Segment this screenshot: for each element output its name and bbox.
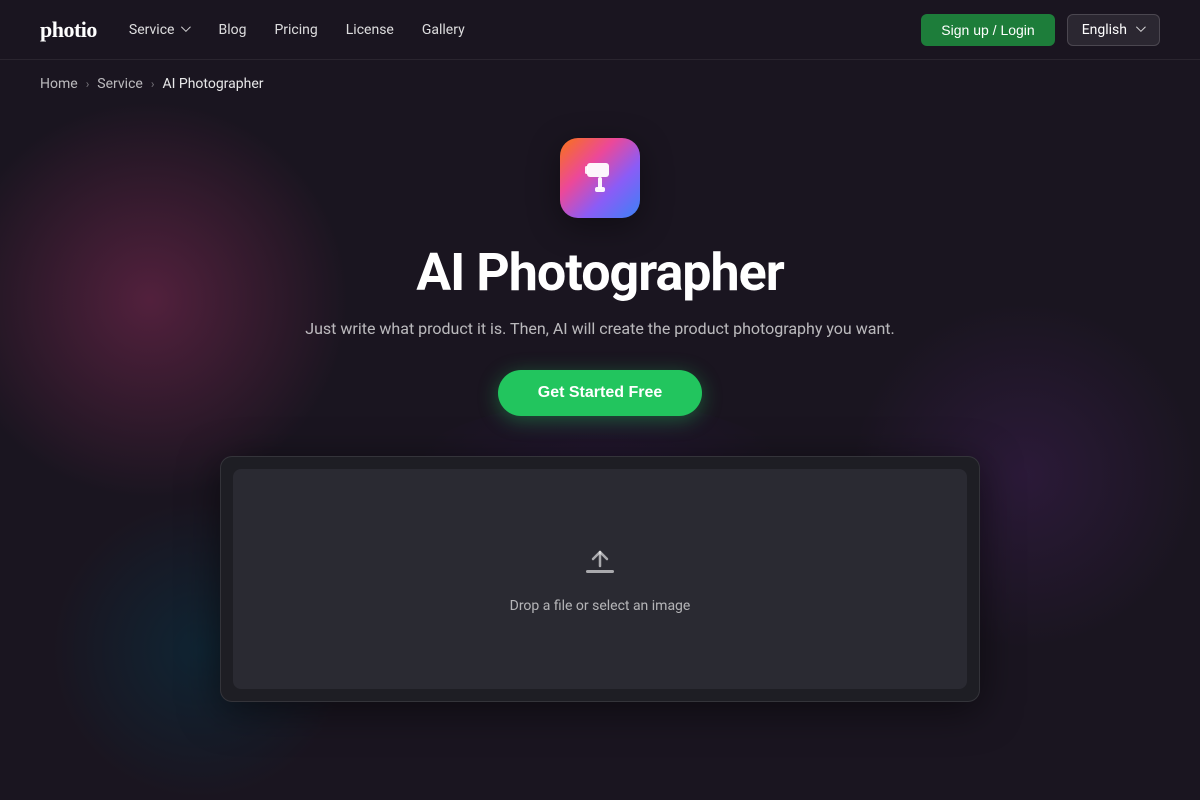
upload-area[interactable]: Drop a file or select an image [233, 469, 967, 689]
breadcrumb: Home › Service › AI Photographer [0, 60, 1200, 108]
signup-button[interactable]: Sign up / Login [921, 14, 1054, 46]
breadcrumb-separator-1: › [86, 77, 90, 91]
hero-title: AI Photographer [416, 242, 784, 303]
hero-subtitle: Just write what product it is. Then, AI … [305, 319, 894, 338]
breadcrumb-home[interactable]: Home [40, 76, 78, 92]
breadcrumb-current: AI Photographer [162, 76, 263, 92]
upload-prompt-text: Drop a file or select an image [510, 598, 691, 614]
breadcrumb-separator-2: › [151, 77, 155, 91]
camera-icon [579, 157, 621, 199]
language-label: English [1082, 22, 1127, 38]
chevron-down-icon [1133, 24, 1145, 36]
main-content: AI Photographer Just write what product … [0, 108, 1200, 702]
header-right: Sign up / Login English [921, 14, 1160, 46]
chevron-down-icon [178, 24, 190, 36]
language-selector[interactable]: English [1067, 14, 1160, 46]
get-started-button[interactable]: Get Started Free [498, 370, 702, 416]
upload-container: Drop a file or select an image [220, 456, 980, 702]
nav-gallery[interactable]: Gallery [422, 22, 465, 38]
nav-service[interactable]: Service [129, 22, 191, 38]
header: photio Service Blog Pricing License Gall… [0, 0, 1200, 60]
main-nav: Service Blog Pricing License Gallery [129, 22, 465, 38]
nav-blog[interactable]: Blog [218, 22, 246, 38]
app-icon [560, 138, 640, 218]
logo[interactable]: photio [40, 17, 97, 43]
nav-pricing[interactable]: Pricing [274, 22, 317, 38]
nav-license[interactable]: License [346, 22, 394, 38]
upload-icon [582, 544, 618, 584]
header-left: photio Service Blog Pricing License Gall… [40, 17, 465, 43]
breadcrumb-service[interactable]: Service [97, 76, 143, 92]
